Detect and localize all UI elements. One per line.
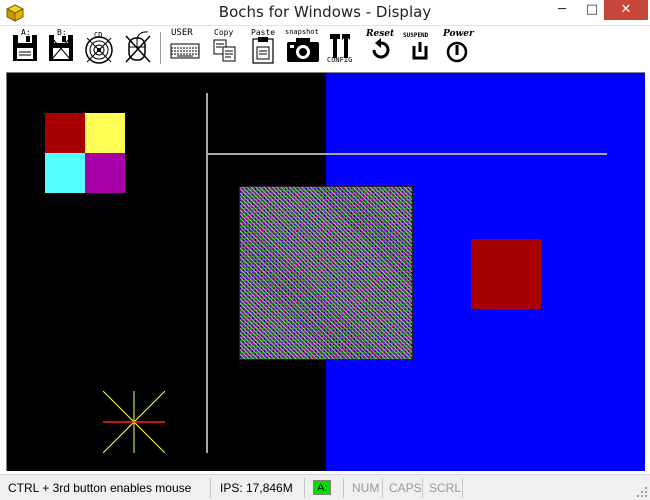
status-bar: CTRL + 3rd button enables mouse IPS: 17,… — [0, 474, 650, 500]
drive-a-indicator: A: — [313, 480, 332, 495]
status-divider — [343, 478, 344, 498]
vertical-gray-line — [206, 93, 208, 453]
status-divider — [462, 478, 463, 498]
config-button[interactable]: CONFIG — [326, 28, 358, 66]
paste-label: Paste — [251, 28, 276, 37]
power-label: Power — [443, 29, 474, 39]
red-box — [471, 239, 541, 309]
status-divider — [304, 478, 305, 498]
toolbar: A: B: CD USER Copy Paste snapshot CONFIG… — [0, 26, 650, 70]
status-divider — [210, 478, 211, 498]
cdrom-button[interactable]: CD — [82, 28, 116, 66]
starburst-lines — [103, 391, 165, 453]
resize-grip-icon[interactable] — [636, 486, 648, 498]
emulator-display[interactable] — [6, 72, 645, 471]
mouse-icon — [125, 31, 151, 63]
status-message: CTRL + 3rd button enables mouse — [8, 481, 192, 495]
status-divider — [422, 478, 423, 498]
ips-readout: IPS: 17,846M — [220, 481, 293, 495]
reset-button[interactable]: Reset — [364, 28, 398, 66]
copy-button[interactable]: Copy — [210, 28, 240, 66]
close-button[interactable]: ✕ — [604, 0, 648, 20]
snapshot-label: snapshot — [285, 28, 319, 36]
suspend-button[interactable]: SUSPEND — [402, 28, 438, 66]
scroll-lock-indicator: SCRL — [429, 481, 462, 495]
user-label: USER — [171, 28, 193, 38]
maximize-button[interactable]: □ — [578, 0, 606, 20]
power-button[interactable]: Power — [440, 28, 476, 66]
floppy-a-button[interactable]: A: — [10, 28, 40, 66]
horizontal-gray-line — [207, 153, 607, 155]
dithered-pattern-box — [239, 186, 413, 360]
minimize-button[interactable]: ─ — [548, 0, 576, 20]
paste-button[interactable]: Paste — [248, 28, 278, 66]
cdrom-label: CD — [94, 31, 103, 39]
yellow-square — [85, 113, 125, 153]
reset-label: Reset — [366, 29, 395, 39]
copy-label: Copy — [214, 28, 234, 37]
floppy-b-label: B: — [57, 28, 67, 37]
cyan-square — [45, 153, 85, 193]
mouse-button[interactable] — [122, 28, 154, 66]
num-lock-indicator: NUM — [352, 481, 380, 495]
title-bar: Bochs for Windows - Display ─ □ ✕ — [0, 0, 650, 26]
user-button[interactable]: USER — [168, 28, 202, 66]
floppy-b-button[interactable]: B: — [46, 28, 76, 66]
floppy-a-label: A: — [21, 28, 31, 37]
config-label: CONFIG — [327, 56, 353, 64]
magenta-square — [85, 153, 125, 193]
snapshot-button[interactable]: snapshot — [284, 28, 322, 66]
suspend-label: SUSPEND — [403, 32, 429, 39]
status-divider — [382, 478, 383, 498]
red-square — [45, 113, 85, 153]
caps-lock-indicator: CAPS — [389, 481, 422, 495]
toolbar-separator — [160, 32, 161, 64]
